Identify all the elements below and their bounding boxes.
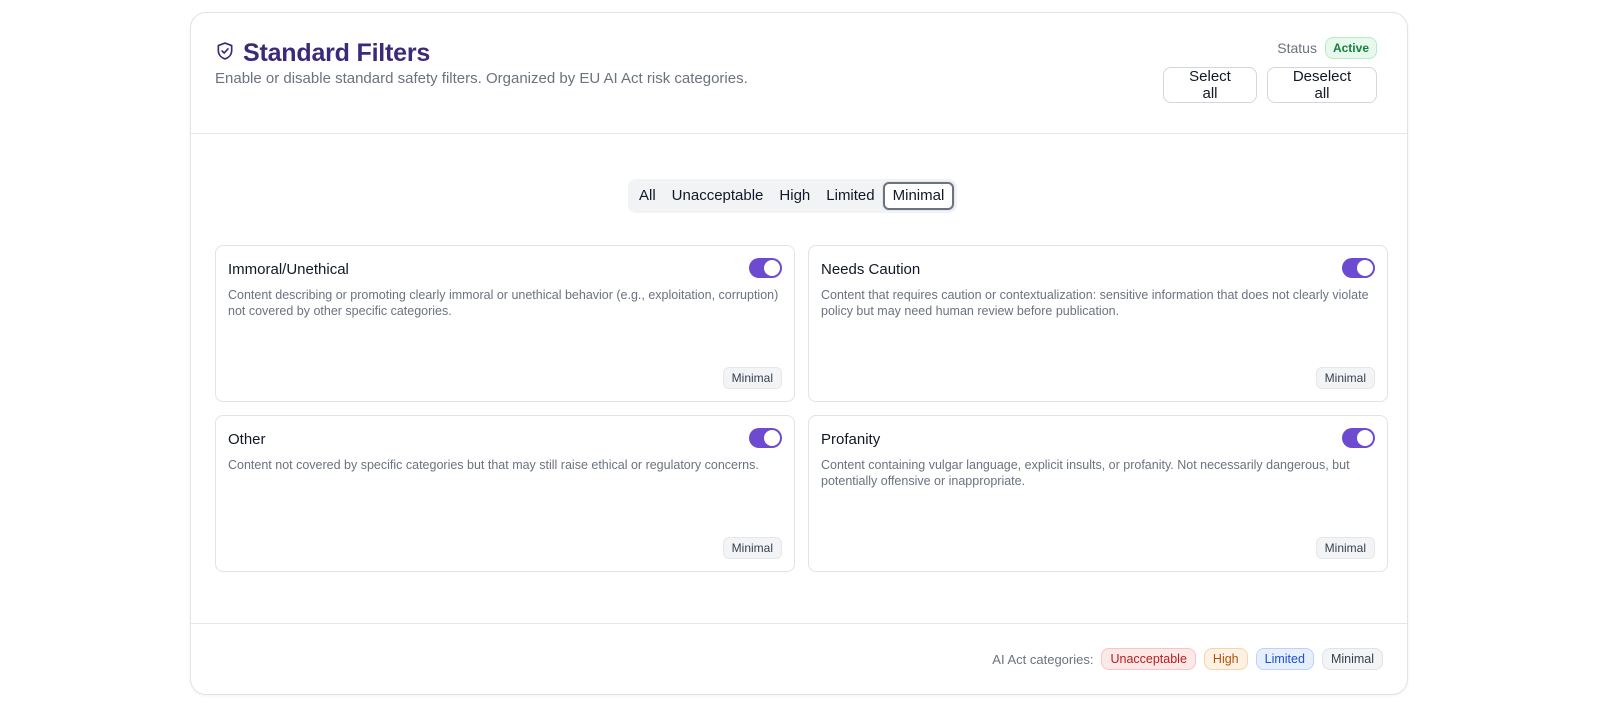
shield-check-icon — [215, 41, 235, 66]
select-all-button[interactable]: Select all — [1163, 67, 1257, 103]
tab-unacceptable[interactable]: Unacceptable — [664, 182, 772, 210]
filter-card-other: Other Content not covered by specific ca… — [215, 415, 795, 572]
filter-card-title: Other — [228, 431, 266, 448]
filter-card-title: Profanity — [821, 431, 881, 448]
filter-card-profanity: Profanity Content containing vulgar lang… — [808, 415, 1388, 572]
filter-card-description: Content that requires caution or context… — [821, 288, 1369, 318]
legend-high: High — [1203, 648, 1248, 670]
status-badge: Active — [1324, 37, 1377, 59]
deselect-all-button[interactable]: Deselect all — [1267, 67, 1377, 103]
category-badge: Minimal — [1315, 367, 1375, 389]
title-row: Standard Filters — [215, 39, 430, 68]
panel-footer: AI Act categories: Unacceptable High Lim… — [191, 623, 1407, 694]
status-indicator: Status Active — [1277, 37, 1377, 59]
category-badge: Minimal — [722, 537, 782, 559]
panel-header: Standard Filters Enable or disable stand… — [191, 13, 1407, 134]
filter-card-needs-caution: Needs Caution Content that requires caut… — [808, 245, 1388, 402]
legend-unacceptable: Unacceptable — [1101, 648, 1196, 670]
bulk-actions: Select all Deselect all — [1163, 67, 1377, 103]
filter-toggle[interactable] — [1342, 428, 1375, 448]
legend-minimal: Minimal — [1321, 648, 1383, 670]
tab-limited[interactable]: Limited — [818, 182, 882, 210]
status-label: Status — [1277, 40, 1317, 56]
page-subtitle: Enable or disable standard safety filter… — [215, 70, 748, 87]
filter-card-description: Content not covered by specific categori… — [228, 458, 759, 472]
filter-toggle[interactable] — [749, 258, 782, 278]
filter-toggle[interactable] — [1342, 258, 1375, 278]
filter-card-immoral-unethical: Immoral/Unethical Content describing or … — [215, 245, 795, 402]
category-badge: Minimal — [1315, 537, 1375, 559]
page-title: Standard Filters — [243, 39, 431, 67]
tab-high[interactable]: High — [771, 182, 818, 210]
filter-toggle[interactable] — [749, 428, 782, 448]
filter-cards-grid: Immoral/Unethical Content describing or … — [215, 245, 1388, 572]
standard-filters-panel: Standard Filters Enable or disable stand… — [190, 12, 1408, 695]
filter-card-description: Content describing or promoting clearly … — [228, 288, 779, 318]
tab-minimal[interactable]: Minimal — [882, 182, 955, 210]
category-badge: Minimal — [722, 367, 782, 389]
filter-card-description: Content containing vulgar language, expl… — [821, 458, 1350, 488]
filter-card-title: Immoral/Unethical — [228, 261, 349, 278]
category-tabs: All Unacceptable High Limited Minimal — [628, 179, 958, 213]
tab-all[interactable]: All — [631, 182, 664, 210]
ai-act-legend: AI Act categories: Unacceptable High Lim… — [992, 648, 1383, 670]
filter-card-title: Needs Caution — [821, 261, 921, 278]
legend-limited: Limited — [1255, 648, 1314, 670]
legend-label: AI Act categories: — [992, 651, 1094, 667]
